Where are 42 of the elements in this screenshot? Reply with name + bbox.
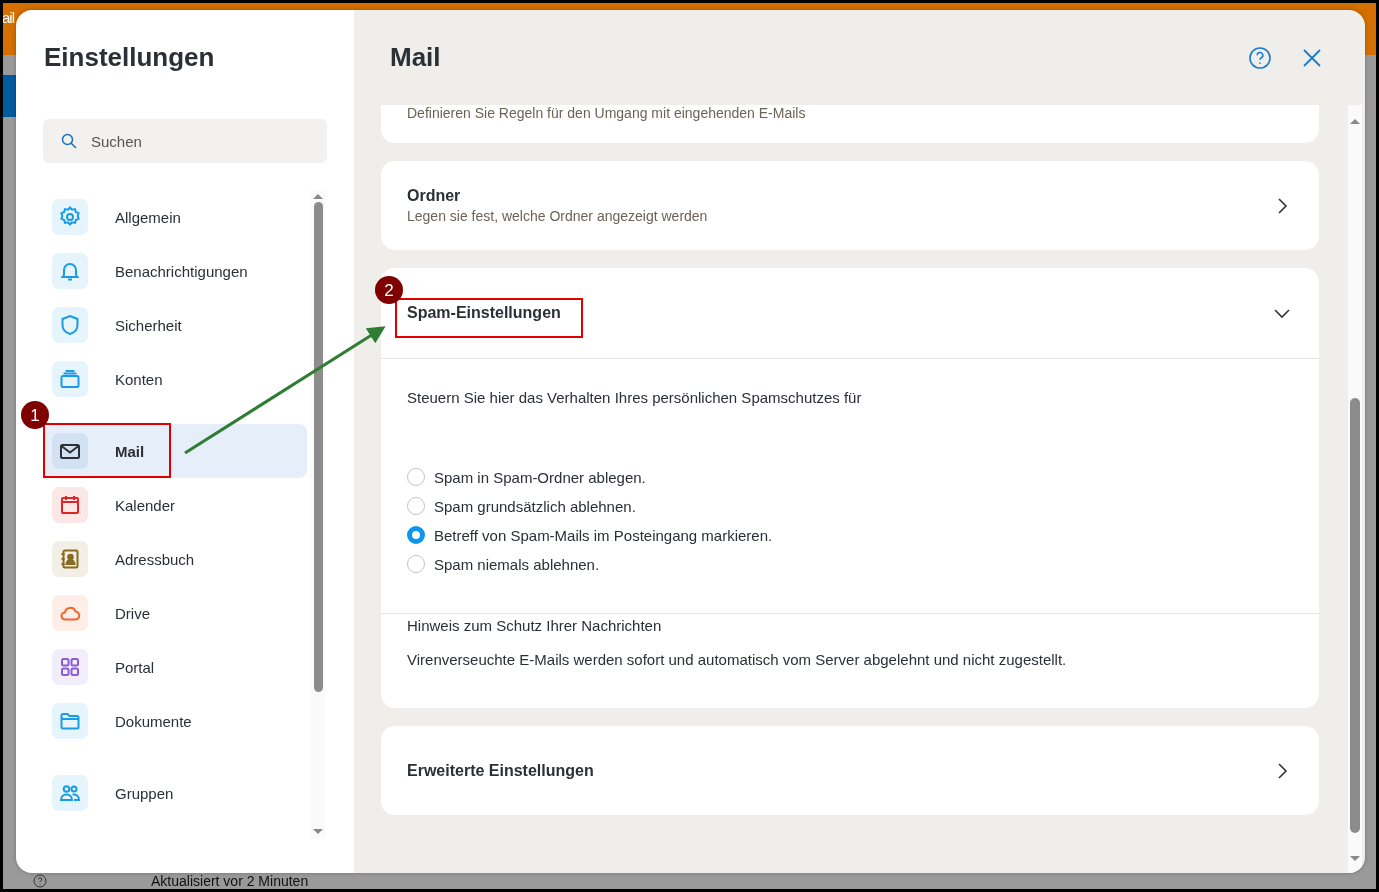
card-description: Legen sie fest, welche Ordner angezeigt werden: [407, 208, 708, 224]
nav-item[interactable]: Allgemein: [43, 190, 307, 244]
radio-button[interactable]: [407, 526, 425, 544]
nav-item[interactable]: Portal: [43, 640, 307, 694]
app-title: ail: [3, 10, 14, 26]
section-description: Steuern Sie hier das Verhalten Ihres persönlichen Spamschutzes für: [407, 389, 863, 406]
note-title: Hinweis zum Schutz Ihrer Nachrichten: [407, 617, 663, 634]
nav-item[interactable]: Mail: [43, 424, 307, 478]
radio-label: Spam niemals ablehnen.: [434, 555, 600, 573]
scrollbar[interactable]: [1348, 105, 1362, 873]
nav-item[interactable]: Kalender: [43, 478, 307, 532]
card-title: Spam-Einstellungen: [407, 304, 561, 322]
radio-label: Spam grundsätzlich ablehnen.: [434, 497, 636, 515]
nav-item[interactable]: Adressbuch: [43, 532, 307, 586]
scrollbar[interactable]: [311, 190, 325, 838]
note-text: Virenverseuchte E-Mails werden sofort und automatisch vom Server abgelehnt und nicht zugestellt.: [407, 651, 1068, 668]
settings-card[interactable]: Definieren Sie Regeln für den Umgang mit eingehenden E-Mails: [381, 105, 1319, 143]
nav-item[interactable]: Sicherheit: [43, 298, 307, 352]
sidebar-strip: [3, 75, 17, 117]
dialog-title: Einstellungen: [44, 42, 215, 73]
card-description: Definieren Sie Regeln für den Umgang mit eingehenden E-Mails: [407, 105, 807, 121]
card-title: Ordner: [407, 187, 462, 205]
settings-card[interactable]: Ordner Legen sie fest, welche Ordner angezeigt werden: [381, 161, 1319, 250]
nav-item[interactable]: Benachrichtigungen: [43, 244, 307, 298]
help-icon[interactable]: [33, 874, 47, 888]
number-marker: 1: [21, 401, 49, 429]
nav-item[interactable]: Dokumente: [43, 694, 307, 748]
scroll-thumb[interactable]: [313, 202, 323, 692]
card-title: Erweiterte Einstellungen: [407, 761, 594, 780]
search-icon: [61, 133, 77, 149]
number-marker: 2: [375, 276, 403, 304]
search-field[interactable]: Suchen: [43, 119, 327, 163]
settings-card[interactable]: Erweiterte Einstellungen: [381, 726, 1319, 815]
nav-item[interactable]: Gruppen: [43, 766, 307, 820]
help-button[interactable]: [1247, 44, 1273, 71]
status-text: Aktualisiert vor 2 Minuten: [151, 873, 309, 889]
search-field[interactable]: Suchen: [91, 119, 327, 163]
scroll-thumb[interactable]: [1350, 398, 1360, 833]
page-title: Mail: [390, 42, 441, 73]
nav-item[interactable]: Drive: [43, 586, 307, 640]
radio-label: Spam in Spam-Ordner ablegen.: [434, 468, 646, 486]
radio-label: Betreff von Spam-Mails im Posteingang markieren.: [434, 526, 773, 544]
